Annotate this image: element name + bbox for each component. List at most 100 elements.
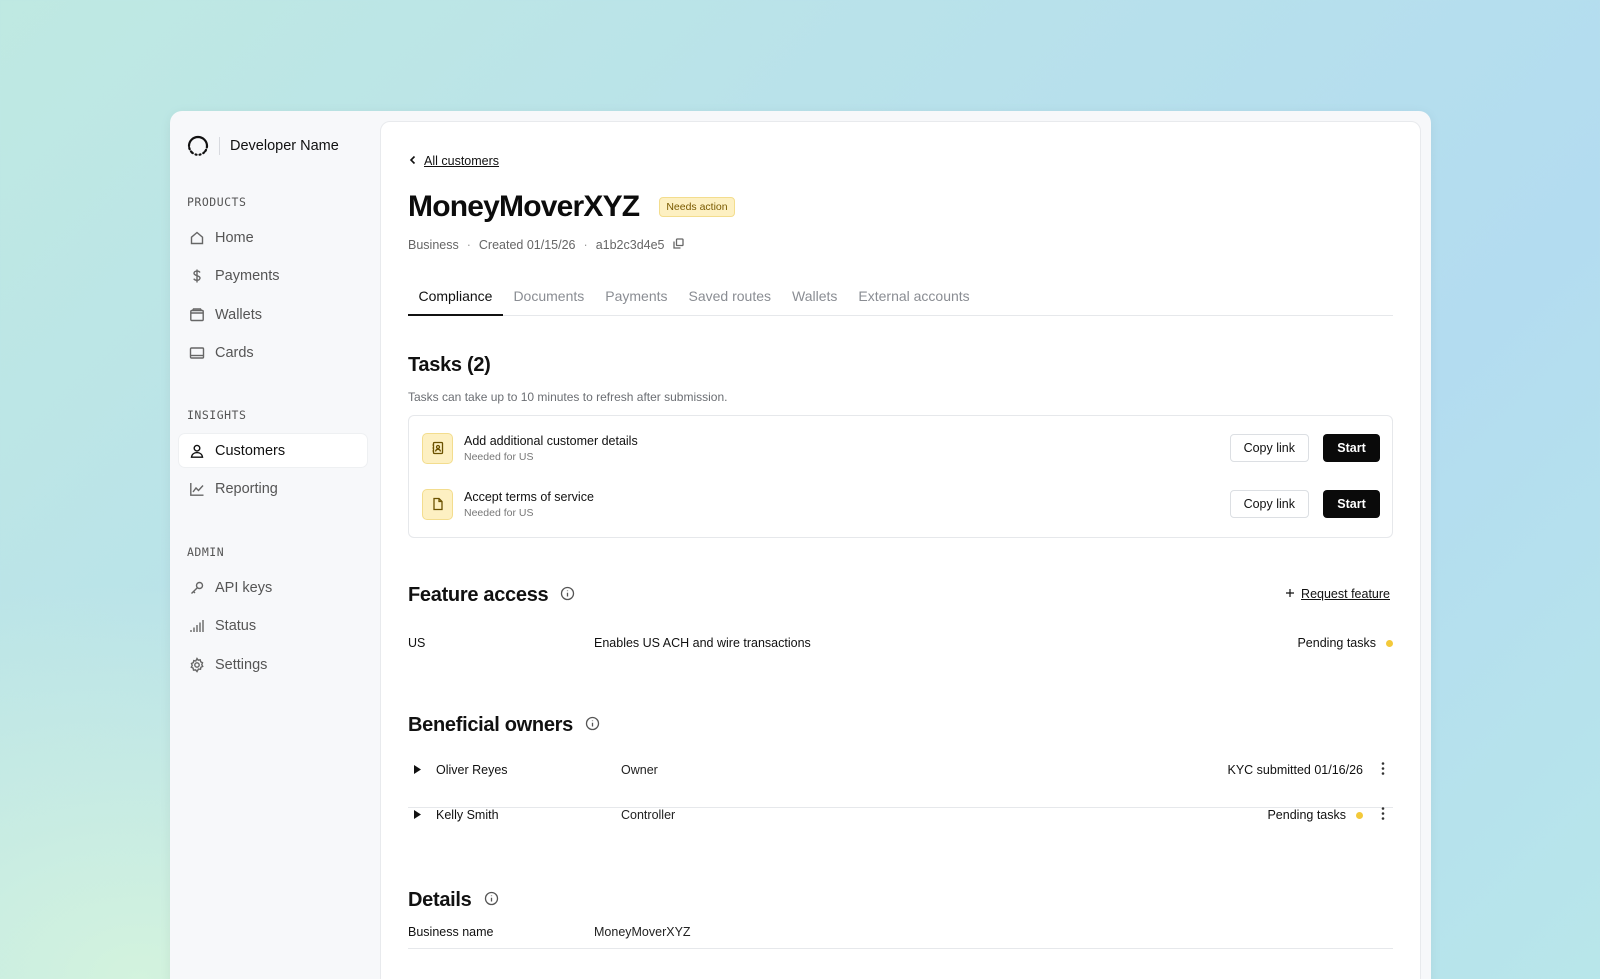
document-icon — [422, 488, 453, 520]
card-icon — [189, 345, 205, 361]
pending-dot — [1356, 811, 1363, 819]
info-icon[interactable] — [560, 584, 575, 607]
tasks-subtitle: Tasks can take up to 10 minutes to refre… — [408, 390, 728, 404]
feature-row: US Enables US ACH and wire transactions … — [408, 636, 1393, 652]
user-icon — [189, 443, 205, 459]
feature-access-title: Feature access — [408, 584, 549, 606]
brand-divider — [219, 137, 220, 155]
customer-meta: Business · Created 01/15/26 · a1b2c3d4e5 — [408, 238, 684, 252]
nav-heading-insights: INSIGHTS — [187, 408, 247, 422]
copy-icon[interactable] — [672, 238, 684, 252]
nav-section-products: PRODUCTS Home Payments Wallets Cards — [187, 195, 367, 375]
app-window: Developer Name PRODUCTS Home Payments Wa… — [170, 111, 1431, 979]
request-feature[interactable]: Request feature — [1285, 587, 1390, 601]
chevron-left-icon — [408, 154, 418, 168]
feature-status: Pending tasks — [1297, 636, 1393, 650]
feature-region: US — [408, 636, 426, 650]
sidebar-item-payments[interactable]: Payments — [179, 260, 367, 293]
task-item: Add additional customer details Needed f… — [422, 431, 1380, 465]
task-name: Add additional customer details — [464, 433, 638, 448]
tab-wallets[interactable]: Wallets — [782, 278, 848, 316]
nav-heading-products: PRODUCTS — [187, 195, 247, 209]
copy-link-button[interactable]: Copy link — [1229, 434, 1309, 462]
more-vertical-icon[interactable] — [1381, 762, 1385, 778]
back-to-customers-link[interactable]: All customers — [424, 154, 499, 168]
owner-row[interactable]: Kelly Smith Controller Pending tasks — [408, 807, 1393, 853]
task-item: Accept terms of service Needed for US Co… — [422, 487, 1380, 521]
request-feature-link[interactable]: Request feature — [1301, 587, 1390, 601]
start-button[interactable]: Start — [1323, 434, 1380, 462]
owner-name: Oliver Reyes — [436, 763, 508, 777]
status-text: KYC submitted 01/16/26 — [1227, 763, 1364, 777]
sidebar-item-wallets[interactable]: Wallets — [179, 298, 367, 331]
page-title: MoneyMoverXYZ — [408, 190, 640, 223]
sidebar-item-label: Payments — [215, 268, 280, 284]
task-note: Needed for US — [464, 450, 534, 463]
tasks-list: Add additional customer details Needed f… — [408, 415, 1393, 538]
task-note: Needed for US — [464, 506, 534, 519]
gear-icon — [189, 656, 205, 673]
tab-documents[interactable]: Documents — [503, 278, 595, 316]
sidebar-item-home[interactable]: Home — [179, 221, 367, 254]
chart-line-icon — [189, 481, 205, 497]
sidebar-item-label: Home — [215, 229, 254, 246]
expand-caret-icon[interactable] — [414, 763, 421, 777]
sidebar-item-label: Cards — [215, 345, 254, 361]
meta-separator: · — [466, 238, 471, 252]
expand-caret-icon[interactable] — [414, 808, 421, 822]
developer-name: Developer Name — [230, 138, 339, 154]
customer-type: Business — [408, 238, 459, 252]
beneficial-owners-title: Beneficial owners — [408, 714, 573, 736]
owner-role: Owner — [621, 763, 658, 777]
more-vertical-icon[interactable] — [1381, 807, 1385, 823]
tab-compliance[interactable]: Compliance — [408, 278, 503, 316]
sidebar-item-reporting[interactable]: Reporting — [179, 473, 367, 506]
sidebar-item-label: Reporting — [215, 481, 278, 497]
sidebar-item-customers[interactable]: Customers — [179, 434, 367, 467]
status-text: Pending tasks — [1297, 636, 1376, 650]
info-icon[interactable] — [484, 889, 499, 912]
tab-external-accounts[interactable]: External accounts — [848, 278, 980, 316]
owner-status: Pending tasks — [1267, 808, 1363, 822]
status-text: Pending tasks — [1267, 808, 1346, 822]
owner-name: Kelly Smith — [436, 808, 499, 822]
details-heading: Details — [408, 889, 499, 912]
contact-card-icon — [422, 432, 453, 464]
title-row: MoneyMoverXYZ Needs action — [408, 190, 735, 224]
customer-id: a1b2c3d4e5 — [595, 238, 665, 252]
detail-key: Business name — [408, 925, 494, 939]
spinner-logo-icon — [187, 135, 209, 157]
created-date: Created 01/15/26 — [478, 238, 576, 252]
start-button[interactable]: Start — [1323, 490, 1380, 518]
detail-row: Business name MoneyMoverXYZ — [408, 925, 1393, 949]
dollar-icon — [189, 268, 205, 284]
detail-value: MoneyMoverXYZ — [594, 925, 691, 939]
sidebar-item-status[interactable]: Status — [179, 610, 367, 643]
sidebar: Developer Name PRODUCTS Home Payments Wa… — [170, 111, 380, 979]
nav-section-admin: ADMIN API keys Status Settings — [187, 545, 367, 687]
sidebar-item-label: Wallets — [215, 306, 262, 323]
sidebar-item-label: API keys — [215, 579, 273, 596]
tab-payments[interactable]: Payments — [595, 278, 678, 316]
owner-role: Controller — [621, 808, 676, 822]
info-icon[interactable] — [585, 714, 600, 737]
nav-section-insights: INSIGHTS Customers Reporting — [179, 408, 367, 511]
sidebar-item-cards[interactable]: Cards — [179, 337, 367, 370]
brand[interactable]: Developer Name — [187, 135, 339, 157]
sidebar-item-label: Status — [215, 618, 257, 634]
key-icon — [189, 580, 205, 596]
feature-description: Enables US ACH and wire transactions — [594, 636, 811, 650]
owner-row[interactable]: Oliver Reyes Owner KYC submitted 01/16/2… — [408, 762, 1393, 808]
home-icon — [189, 230, 205, 246]
sidebar-item-settings[interactable]: Settings — [179, 648, 367, 681]
pending-dot — [1386, 639, 1393, 647]
status-badge: Needs action — [659, 197, 735, 217]
meta-separator: · — [583, 238, 588, 252]
signal-bars-icon — [189, 618, 205, 634]
breadcrumb: All customers — [408, 154, 499, 168]
copy-link-button[interactable]: Copy link — [1229, 490, 1309, 518]
tab-bar: Compliance Documents Payments Saved rout… — [408, 278, 1393, 316]
main-panel: All customers MoneyMoverXYZ Needs action… — [380, 121, 1421, 979]
tab-saved-routes[interactable]: Saved routes — [678, 278, 782, 316]
sidebar-item-api-keys[interactable]: API keys — [179, 571, 367, 604]
